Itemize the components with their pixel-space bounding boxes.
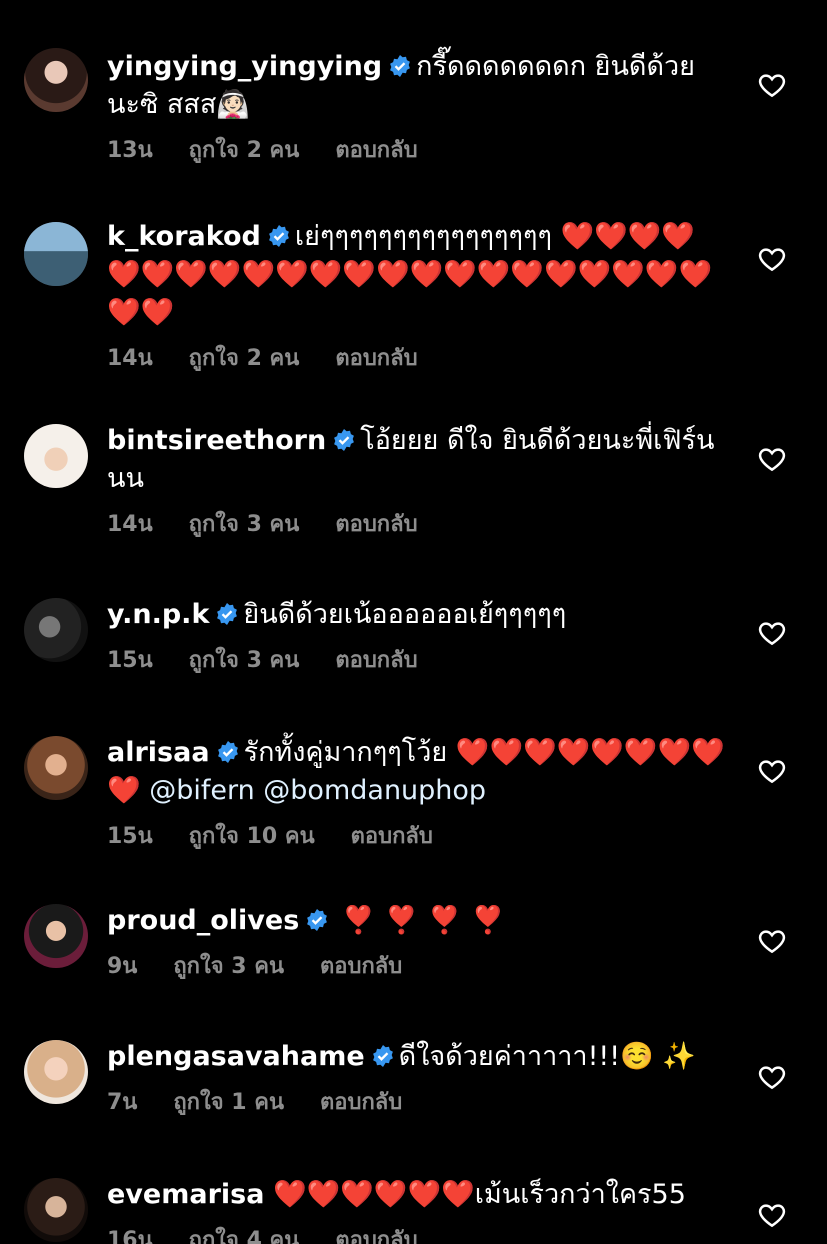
comment-text: proud_olives ❣️ ❣️ ❣️ ❣️: [107, 902, 727, 940]
heart-outline-icon[interactable]: [757, 244, 787, 274]
comment-time: 7น: [107, 1090, 138, 1115]
username[interactable]: proud_olives: [107, 905, 299, 936]
comment-body: ยินดีด้วยเน้ออออออเย้ๆๆๆๆๆ: [243, 599, 567, 630]
likes-count[interactable]: ถูกใจ 2 คน: [189, 132, 300, 167]
comment-meta: 14น ถูกใจ 3 คน ตอบกลับ: [107, 506, 727, 541]
comment-meta: 14น ถูกใจ 2 คน ตอบกลับ: [107, 340, 727, 375]
comment-meta: 7น ถูกใจ 1 คน ตอบกลับ: [107, 1084, 727, 1119]
comment-text: alrisaa รักทั้งคู่มากๆๆโว้ย ❤️❤️❤️❤️❤️❤️❤…: [107, 734, 727, 810]
avatar[interactable]: [24, 1040, 88, 1104]
verified-badge-icon: [334, 429, 355, 451]
comment-time: 14น: [107, 346, 153, 371]
reply-button[interactable]: ตอบกลับ: [335, 1222, 417, 1244]
comment-time: 15น: [107, 648, 153, 673]
username[interactable]: yingying_yingying: [107, 51, 382, 82]
reply-button[interactable]: ตอบกลับ: [351, 818, 433, 853]
username[interactable]: alrisaa: [107, 737, 210, 768]
comment-body: ดีใจด้วยค่าาาาา!!!: [398, 1041, 621, 1072]
avatar[interactable]: [24, 424, 88, 488]
comment-body: รักทั้งคู่มากๆๆโว้ย: [243, 737, 448, 768]
username[interactable]: k_korakod: [107, 221, 261, 252]
reply-button[interactable]: ตอบกลับ: [320, 1084, 402, 1119]
avatar[interactable]: [24, 48, 88, 112]
reply-button[interactable]: ตอบกลับ: [335, 132, 417, 167]
reply-button[interactable]: ตอบกลับ: [335, 642, 417, 677]
heart-outline-icon[interactable]: [757, 1062, 787, 1092]
comment-meta: 9น ถูกใจ 3 คน ตอบกลับ: [107, 948, 727, 983]
reply-button[interactable]: ตอบกลับ: [335, 340, 417, 375]
comment-text: y.n.p.k ยินดีด้วยเน้ออออออเย้ๆๆๆๆๆ: [107, 596, 727, 634]
likes-count[interactable]: ถูกใจ 1 คน: [173, 1084, 284, 1119]
verified-badge-icon: [390, 55, 411, 77]
heart-outline-icon[interactable]: [757, 1200, 787, 1230]
likes-count[interactable]: ถูกใจ 3 คน: [173, 948, 284, 983]
comment-text: evemarisa ❤️❤️❤️❤️❤️❤️เม้นเร็วกว่าใคร55: [107, 1176, 727, 1214]
comment-time: 13น: [107, 138, 153, 163]
comment-body: เม้นเร็วกว่าใคร55: [474, 1179, 686, 1210]
username[interactable]: evemarisa: [107, 1179, 264, 1210]
verified-badge-icon: [268, 225, 289, 247]
smile-sparkle-emojis: ☺️ ✨: [620, 1041, 696, 1072]
comment-time: 16น: [107, 1228, 153, 1244]
mentions[interactable]: @bifern @bomdanuphop: [149, 775, 486, 806]
comment-time: 14น: [107, 512, 153, 537]
username[interactable]: plengasavahame: [107, 1041, 365, 1072]
comment-text: bintsireethorn โอ้ยยย ดีใจ ยินดีด้วยนะพี่…: [107, 422, 727, 498]
avatar[interactable]: [24, 904, 88, 968]
comment-time: 15น: [107, 824, 153, 849]
comment-text: yingying_yingying กรี๊ดดดดดดดก ยินดีด้วยน…: [107, 48, 727, 124]
verified-badge-icon: [372, 1045, 393, 1067]
likes-count[interactable]: ถูกใจ 3 คน: [189, 506, 300, 541]
comment-meta: 15น ถูกใจ 10 คน ตอบกลับ: [107, 818, 727, 853]
avatar[interactable]: [24, 222, 88, 286]
heart-outline-icon[interactable]: [757, 618, 787, 648]
avatar[interactable]: [24, 598, 88, 662]
likes-count[interactable]: ถูกใจ 3 คน: [189, 642, 300, 677]
heart-outline-icon[interactable]: [757, 756, 787, 786]
comment-text: plengasavahame ดีใจด้วยค่าาาาา!!!☺️ ✨: [107, 1038, 727, 1076]
username[interactable]: bintsireethorn: [107, 425, 326, 456]
reply-button[interactable]: ตอบกลับ: [320, 948, 402, 983]
heart-emojis: ❤️❤️❤️❤️❤️❤️: [273, 1179, 475, 1210]
reply-button[interactable]: ตอบกลับ: [335, 506, 417, 541]
heart-outline-icon[interactable]: [757, 444, 787, 474]
bride-emoji: 👰🏻: [216, 89, 250, 120]
comment-time: 9น: [107, 954, 138, 979]
comment-meta: 15น ถูกใจ 3 คน ตอบกลับ: [107, 642, 727, 677]
likes-count[interactable]: ถูกใจ 10 คน: [189, 818, 315, 853]
username[interactable]: y.n.p.k: [107, 599, 209, 630]
avatar[interactable]: [24, 736, 88, 800]
verified-badge-icon: [307, 909, 328, 931]
heart-outline-icon[interactable]: [757, 70, 787, 100]
heart-outline-icon[interactable]: [757, 926, 787, 956]
likes-count[interactable]: ถูกใจ 4 คน: [189, 1222, 300, 1244]
comment-meta: 16น ถูกใจ 4 คน ตอบกลับ: [107, 1222, 727, 1244]
heart-exclamation-emojis: ❣️ ❣️ ❣️ ❣️: [341, 905, 505, 936]
verified-badge-icon: [217, 741, 238, 763]
likes-count[interactable]: ถูกใจ 2 คน: [189, 340, 300, 375]
verified-badge-icon: [217, 603, 238, 625]
comment-body: เย่ๆๆๆๆๆๆๆๆๆๆๆๆๆๆๆๆ: [294, 221, 552, 252]
comment-text: k_korakod เย่ๆๆๆๆๆๆๆๆๆๆๆๆๆๆๆๆ ❤️❤️❤️❤️❤️❤…: [107, 218, 727, 332]
avatar[interactable]: [24, 1178, 88, 1242]
comment-meta: 13น ถูกใจ 2 คน ตอบกลับ: [107, 132, 727, 167]
